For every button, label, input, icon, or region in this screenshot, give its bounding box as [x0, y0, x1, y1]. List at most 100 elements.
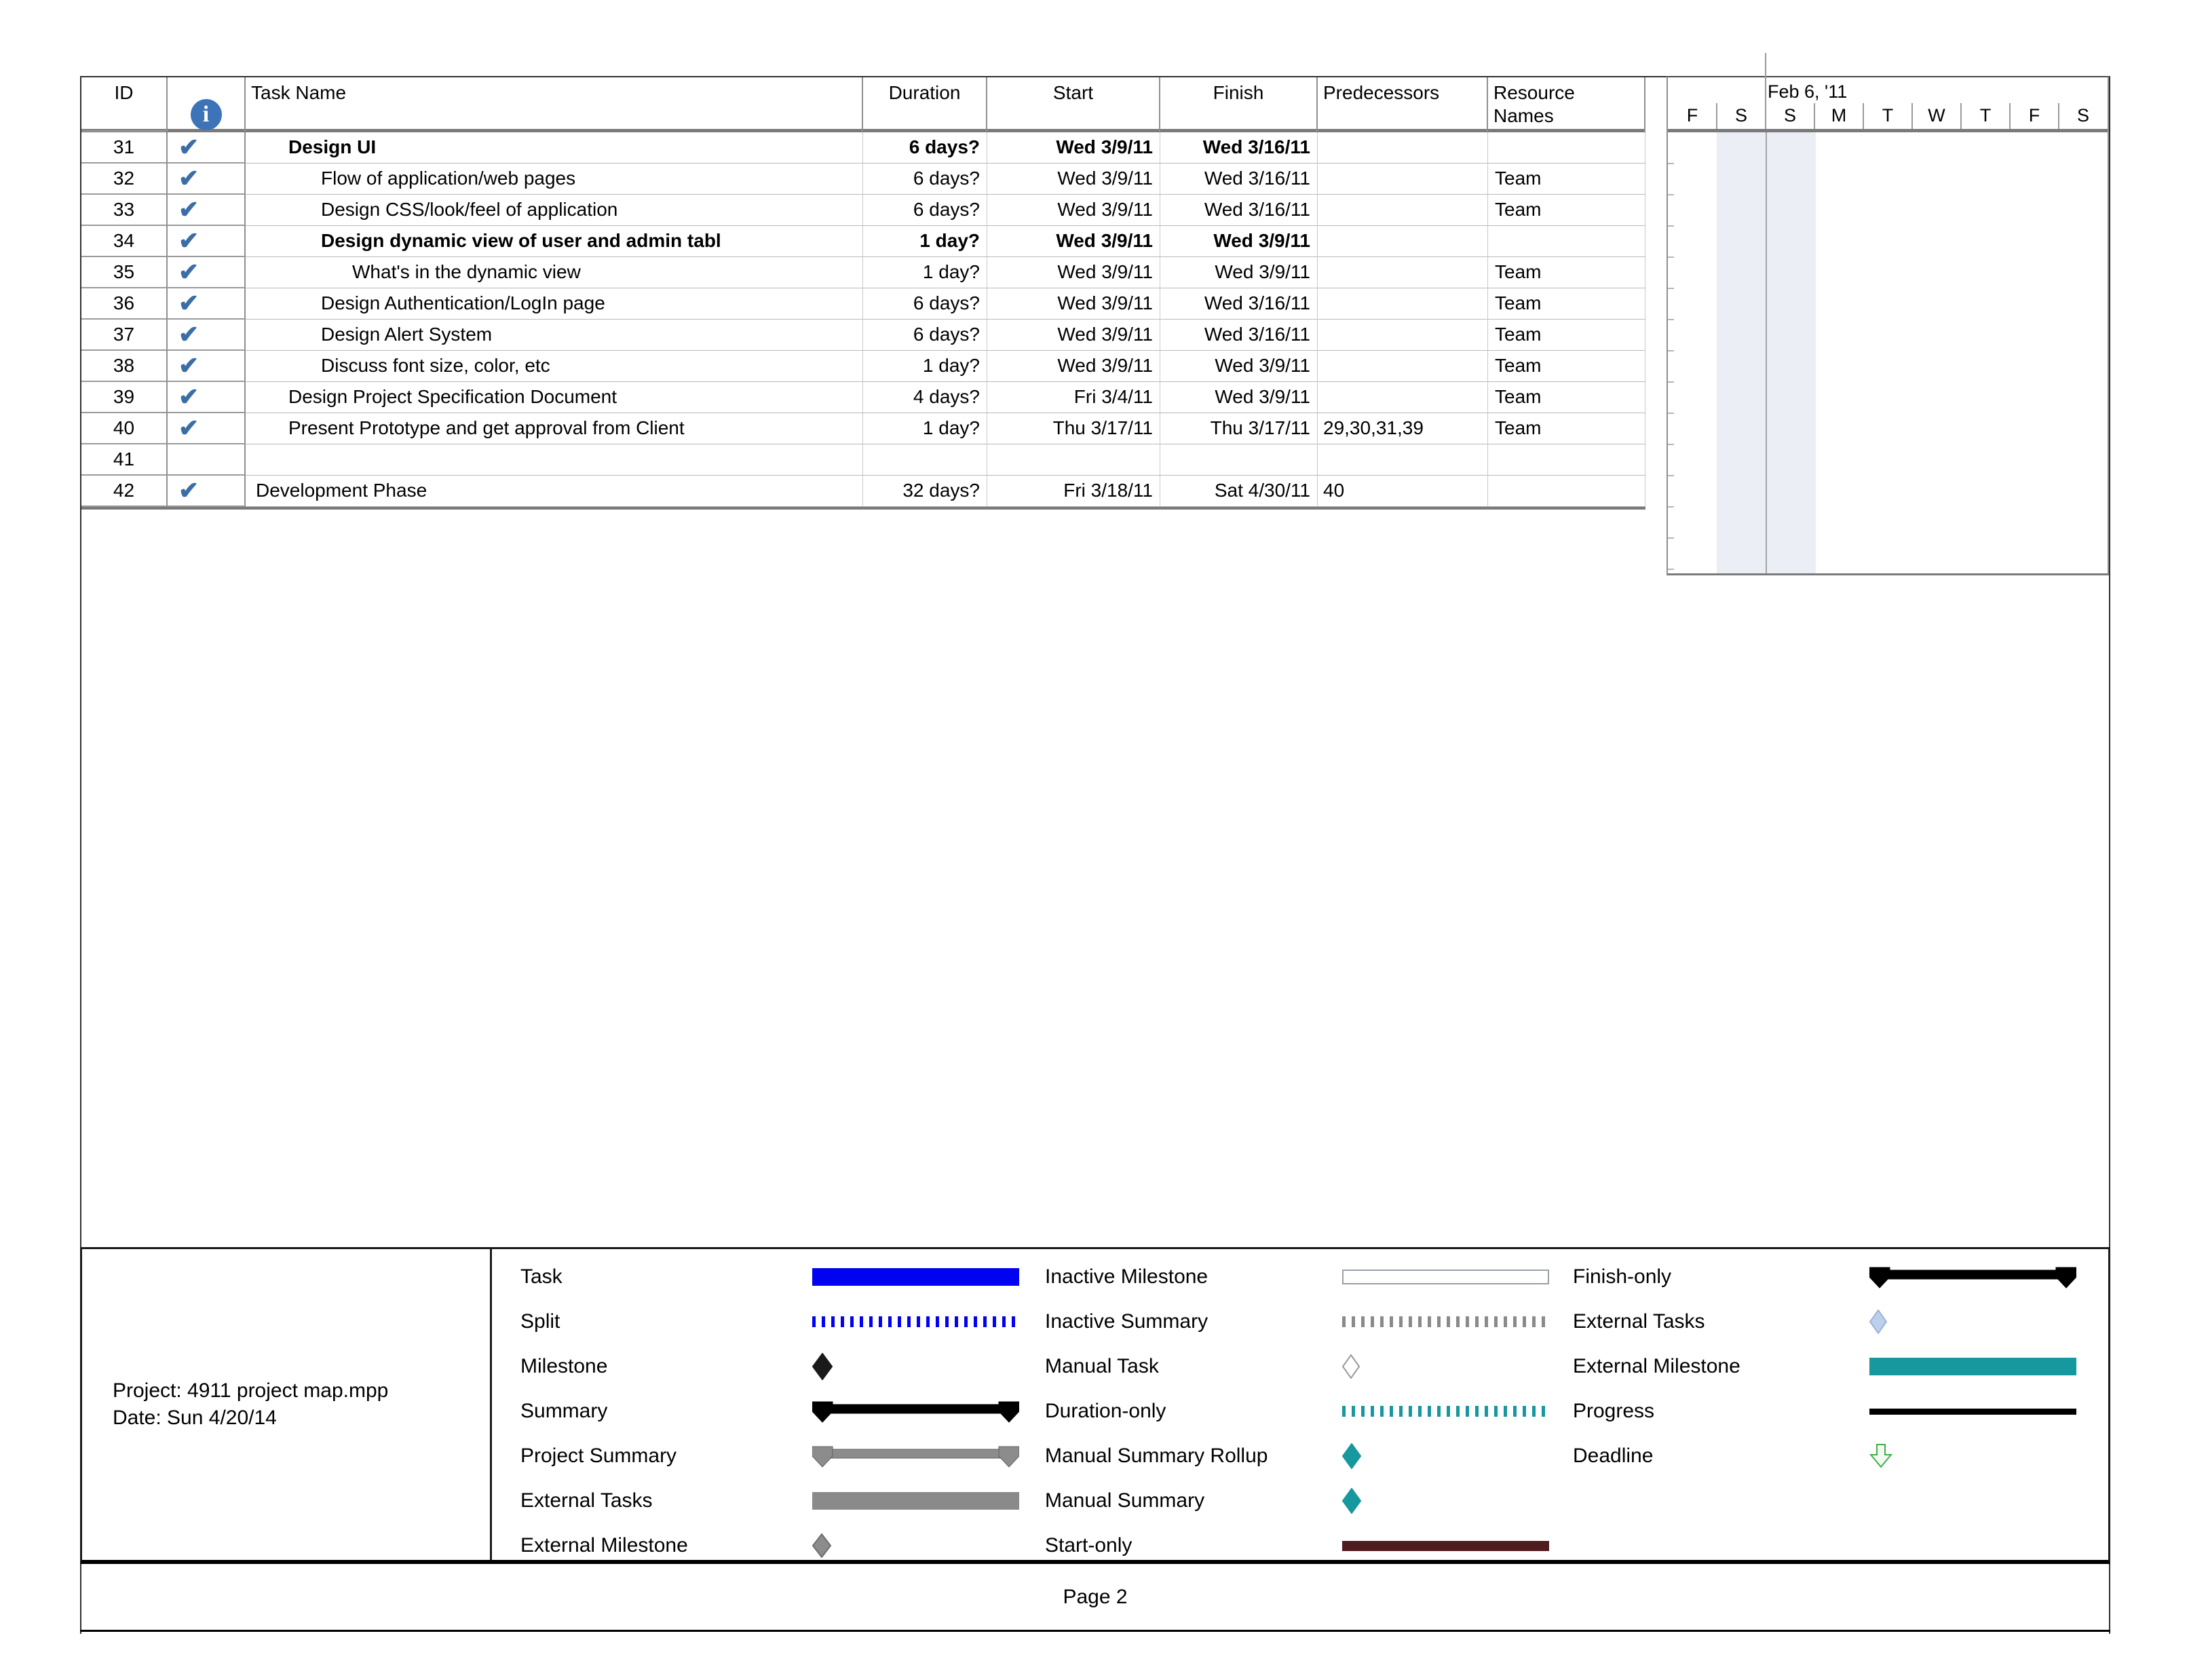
project-info: Project: 4911 project map.mpp Date: Sun … [82, 1249, 492, 1560]
day-label: T [1863, 102, 1912, 129]
legend-box: Project: 4911 project map.mpp Date: Sun … [80, 1247, 2110, 1564]
task-table: ID i Task Name Duration Start Finish Pre… [81, 77, 1645, 510]
start-cell: Fri 3/18/11 [987, 476, 1160, 507]
start-cell: Wed 3/9/11 [987, 132, 1160, 164]
project-print-page: ID i Task Name Duration Start Finish Pre… [0, 0, 2189, 1680]
row-tick [1668, 163, 1674, 164]
day-label: W [1912, 102, 1961, 129]
duration-cell: 6 days? [863, 195, 987, 226]
row-indicator-cell: ✔ [168, 351, 246, 382]
task-name-cell: Design CSS/look/feel of application [246, 195, 863, 226]
week-gridline [1766, 132, 1767, 573]
predecessors-cell [1318, 351, 1488, 382]
bar-outline-symbol [1342, 1269, 1549, 1284]
resource-cell: Team [1488, 351, 1645, 382]
legend-entry: Split [520, 1299, 1023, 1344]
row-indicator-cell: ✔ [168, 382, 246, 413]
predecessors-cell [1318, 226, 1488, 257]
start-cell [987, 444, 1160, 476]
legend-col-1: TaskSplitMilestoneSummaryProject Summary… [520, 1255, 1023, 1568]
task-name-cell: Design dynamic view of user and admin ta… [246, 226, 863, 257]
duration-cell: 6 days? [863, 320, 987, 351]
bar-gray-symbol [812, 1492, 1019, 1510]
legend-entry: Progress [1573, 1389, 2076, 1434]
timescale-header: Feb 6, '11 FSSMTWTFS [1668, 77, 2108, 132]
row-indicator-cell: ✔ [168, 257, 246, 288]
table-body: 31✔Design UI6 days?Wed 3/9/11Wed 3/16/11… [81, 132, 1645, 510]
legend-entry: Task [520, 1255, 1023, 1299]
finish-cell: Wed 3/9/11 [1160, 382, 1318, 413]
finish-cell: Wed 3/9/11 [1160, 257, 1318, 288]
arrow-green-symbol [1869, 1444, 2076, 1468]
bar-progress-symbol [1869, 1409, 2076, 1415]
row-tick [1668, 569, 1674, 570]
finish-cell: Wed 3/16/11 [1160, 164, 1318, 195]
predecessors-cell [1318, 444, 1488, 476]
row-indicator-cell: ✔ [168, 132, 246, 164]
table-row: 31✔Design UI6 days?Wed 3/9/11Wed 3/16/11 [81, 132, 1645, 164]
day-label: T [1961, 102, 2010, 129]
finish-cell: Wed 3/16/11 [1160, 320, 1318, 351]
diamond-outline-symbol [1342, 1354, 1549, 1379]
resource-cell [1488, 476, 1645, 507]
checkmark-icon: ✔ [178, 414, 199, 442]
duration-cell: 4 days? [863, 382, 987, 413]
legend-label: Milestone [520, 1355, 812, 1378]
duration-cell: 1 day? [863, 413, 987, 444]
row-tick [1668, 537, 1674, 539]
diamond-lightblue-symbol [1869, 1310, 2076, 1334]
task-name-cell: Design Alert System [246, 320, 863, 351]
diamond-teal-symbol [1342, 1488, 1549, 1514]
legend-label: External Milestone [1573, 1355, 1869, 1378]
chart-body [1668, 132, 2108, 573]
info-icon: i [191, 99, 222, 130]
checkmark-icon: ✔ [178, 258, 199, 286]
row-indicator-cell: ✔ [168, 288, 246, 320]
resource-cell: Team [1488, 382, 1645, 413]
table-row: 32✔Flow of application/web pages6 days?W… [81, 164, 1645, 195]
legend-label: Split [520, 1310, 812, 1333]
table-row: 40✔Present Prototype and get approval fr… [81, 413, 1645, 444]
duration-cell [863, 444, 987, 476]
checkmark-icon: ✔ [178, 383, 199, 411]
duration-cell: 6 days? [863, 288, 987, 320]
legend-entry: Finish-only [1573, 1255, 2076, 1299]
legend-label: Inactive Milestone [1045, 1265, 1342, 1288]
day-header: FSSMTWTFS [1668, 102, 2108, 129]
checkmark-icon: ✔ [178, 351, 199, 379]
start-cell: Thu 3/17/11 [987, 413, 1160, 444]
checkmark-icon: ✔ [178, 133, 199, 161]
duration-cell: 1 day? [863, 257, 987, 288]
predecessors-cell [1318, 132, 1488, 164]
task-name-cell: Design Authentication/LogIn page [246, 288, 863, 320]
task-name-cell [246, 444, 863, 476]
legend-label: External Tasks [520, 1489, 812, 1512]
row-tick [1668, 381, 1674, 383]
row-id-cell: 36 [81, 288, 168, 320]
resource-cell [1488, 226, 1645, 257]
split-teal-symbol [1342, 1406, 1549, 1417]
finish-cell: Wed 3/16/11 [1160, 288, 1318, 320]
start-cell: Wed 3/9/11 [987, 288, 1160, 320]
row-tick [1668, 475, 1674, 476]
row-indicator-cell: ✔ [168, 413, 246, 444]
legend-label: External Tasks [1573, 1310, 1869, 1333]
row-id-cell: 31 [81, 132, 168, 164]
row-id-cell: 38 [81, 351, 168, 382]
day-label: M [1814, 102, 1863, 129]
legend-label: Project Summary [520, 1445, 812, 1468]
start-cell: Wed 3/9/11 [987, 351, 1160, 382]
task-name-cell: Discuss font size, color, etc [246, 351, 863, 382]
print-date: Date: Sun 4/20/14 [113, 1405, 490, 1432]
legend-label: Finish-only [1573, 1265, 1869, 1288]
row-tick [1668, 225, 1674, 227]
legend-col-2: Inactive MilestoneInactive SummaryManual… [1045, 1255, 1553, 1568]
finish-cell: Wed 3/16/11 [1160, 195, 1318, 226]
predecessors-cell: 40 [1318, 476, 1488, 507]
duration-cell: 6 days? [863, 164, 987, 195]
table-row: 34✔Design dynamic view of user and admin… [81, 226, 1645, 257]
checkmark-icon: ✔ [178, 320, 199, 348]
legend-label: Deadline [1573, 1445, 1869, 1468]
row-id-cell: 41 [81, 444, 168, 476]
resource-cell: Team [1488, 195, 1645, 226]
